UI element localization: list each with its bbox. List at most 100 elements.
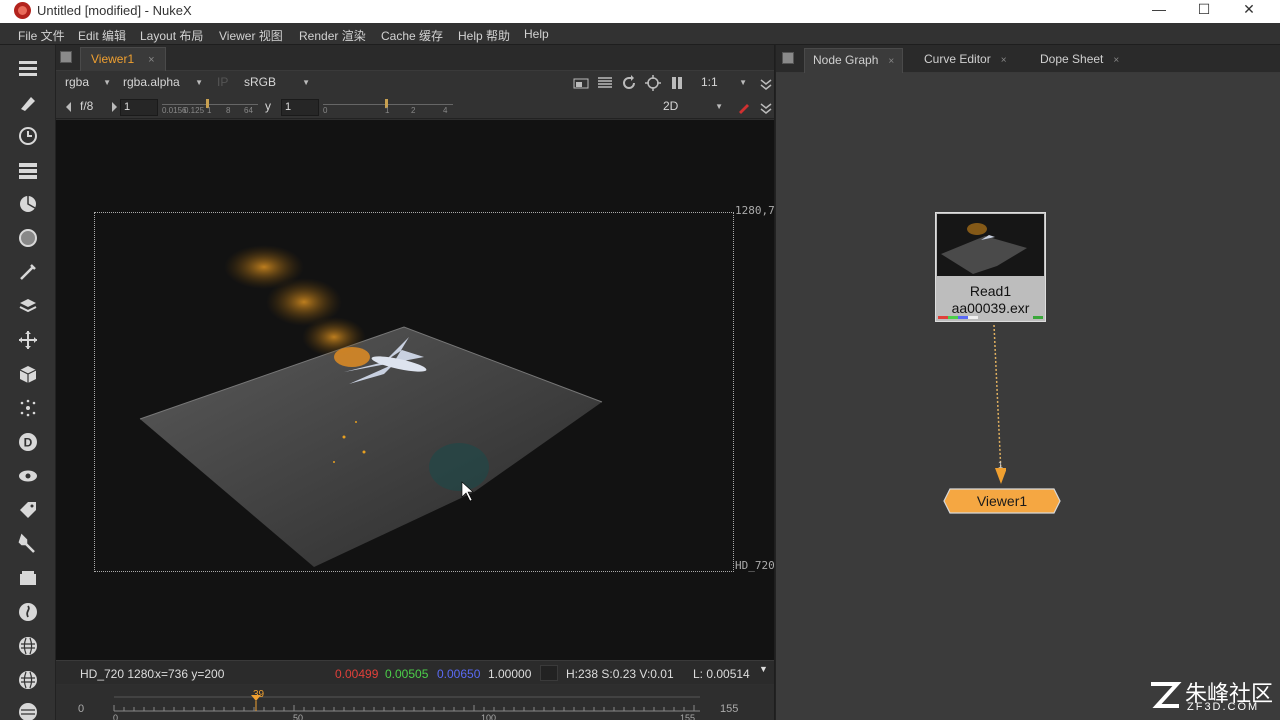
- ip-button[interactable]: IP: [217, 75, 233, 92]
- gain-tick: 0.0156: [162, 106, 187, 115]
- minimize-button[interactable]: —: [1136, 0, 1182, 23]
- keyer-icon[interactable]: [17, 261, 39, 283]
- viewer-canvas[interactable]: 1280,720 HD_720: [56, 120, 788, 660]
- last-frame-field[interactable]: 155: [720, 703, 738, 715]
- maximize-button[interactable]: ☐: [1181, 0, 1227, 23]
- panel-menu-icon[interactable]: [60, 51, 72, 63]
- info-hsv: H:238 S:0.23 V:0.01: [566, 667, 674, 681]
- menu-cache[interactable]: Cache 缓存: [381, 27, 443, 44]
- list-icon[interactable]: [597, 75, 613, 91]
- deep-icon[interactable]: D: [17, 431, 39, 453]
- lut-dropdown[interactable]: sRGB ▼: [244, 75, 310, 92]
- metadata-icon[interactable]: [17, 499, 39, 521]
- gamma-tick: 1: [385, 106, 390, 115]
- merge-icon[interactable]: [17, 295, 39, 317]
- view-mode-value: 2D: [663, 99, 679, 113]
- info-red: 0.00499: [335, 667, 379, 681]
- particles-icon[interactable]: [17, 397, 39, 419]
- color-icon[interactable]: [17, 193, 39, 215]
- close-button[interactable]: ✕: [1226, 0, 1272, 23]
- channel-red-indicator: [938, 316, 948, 319]
- channel-icon[interactable]: [17, 159, 39, 181]
- node-graph-panel: Node Graph × Curve Editor × Dope Sheet × Re…: [775, 45, 1280, 720]
- toolsets-icon[interactable]: [17, 533, 39, 555]
- first-frame-field[interactable]: 0: [78, 703, 84, 715]
- viewer-node[interactable]: Viewer1: [943, 488, 1061, 514]
- nodes-icon[interactable]: [17, 635, 39, 657]
- expand-icon[interactable]: [758, 100, 774, 116]
- 3d-icon[interactable]: [17, 363, 39, 385]
- alpha-channel-dropdown[interactable]: rgba.alpha ▼: [123, 75, 203, 92]
- refresh-icon[interactable]: [621, 75, 637, 91]
- title-bar: Untitled [modified] - NukeX — ☐ ✕: [0, 0, 1280, 23]
- channels-dropdown[interactable]: rgba ▼: [65, 75, 111, 92]
- zoom-dropdown[interactable]: 1:1 ▼: [701, 75, 747, 92]
- fstop-down-icon[interactable]: [61, 99, 77, 115]
- menu-viewer[interactable]: Viewer 视图: [219, 27, 283, 44]
- roi-icon[interactable]: [645, 75, 661, 91]
- watermark-en: ZF3D.COM: [1187, 701, 1260, 713]
- viewer-tab-bar: Viewer1 ×: [56, 45, 774, 71]
- info-green: 0.00505: [385, 667, 429, 681]
- menu-file[interactable]: File 文件: [18, 27, 65, 44]
- channel-green-indicator: [948, 316, 958, 319]
- tab-node-graph[interactable]: Node Graph ×: [804, 48, 904, 73]
- nuke-logo-icon: [14, 2, 31, 19]
- window-title: Untitled [modified] - NukeX: [37, 3, 192, 18]
- timeline-tick: 50: [293, 713, 304, 720]
- chevron-down-icon: ▼: [103, 78, 111, 87]
- menu-layout[interactable]: Layout 布局: [140, 27, 203, 44]
- tab-close-icon[interactable]: ×: [1001, 55, 1007, 66]
- rendered-image: [139, 245, 603, 567]
- zf-logo-icon: [1151, 682, 1182, 708]
- view-mode-dropdown[interactable]: 2D ▼: [663, 99, 723, 116]
- ocula-icon[interactable]: [17, 669, 39, 691]
- views-icon[interactable]: [17, 465, 39, 487]
- image-icon[interactable]: [17, 57, 39, 79]
- viewer-panel: Viewer1 × rgba ▼ rgba.alpha ▼ IP sRGB ▼ 1:1 ▼…: [56, 45, 788, 720]
- channels-value: rgba: [65, 75, 90, 89]
- tab-viewer1[interactable]: Viewer1 ×: [80, 47, 166, 71]
- menu-help[interactable]: Help: [524, 27, 549, 41]
- transform-icon[interactable]: [17, 329, 39, 351]
- tab-dope-sheet[interactable]: Dope Sheet ×: [1032, 48, 1127, 73]
- menu-edit[interactable]: Edit 编辑: [78, 27, 126, 44]
- tab-close-icon[interactable]: ×: [1113, 55, 1119, 66]
- gain-field[interactable]: 1: [120, 99, 158, 116]
- timeline-tick: 100: [481, 713, 497, 720]
- gamma-field[interactable]: 1: [281, 99, 319, 116]
- fstop-label: f/8: [80, 99, 94, 113]
- timeline[interactable]: 0 39 0 50 100 155 155: [56, 685, 774, 720]
- menu-help-cn[interactable]: Help 帮助: [458, 27, 510, 44]
- pause-icon[interactable]: [669, 75, 685, 91]
- tab-close-icon[interactable]: ×: [148, 54, 154, 66]
- other-icon[interactable]: [17, 567, 39, 589]
- panel-menu-icon[interactable]: [782, 52, 794, 64]
- info-menu-icon[interactable]: ▼: [759, 664, 768, 674]
- chevron-down-icon: ▼: [195, 78, 203, 87]
- script-icon[interactable]: [17, 701, 39, 720]
- paint-icon[interactable]: [736, 99, 752, 115]
- time-icon[interactable]: [17, 125, 39, 147]
- current-frame-label: 39: [253, 689, 265, 700]
- timeline-tick: 0: [113, 713, 119, 720]
- gamma-tick: 0: [323, 106, 328, 115]
- gamma-tick: 4: [443, 106, 448, 115]
- filter-icon[interactable]: [17, 227, 39, 249]
- furnace-icon[interactable]: [17, 601, 39, 623]
- read-node[interactable]: Read1 aa00039.exr: [935, 212, 1046, 322]
- expand-icon[interactable]: [758, 76, 774, 92]
- pixel-info-bar: HD_720 1280x720 x=736 y=200 0.00499 0.00…: [56, 660, 774, 684]
- draw-icon[interactable]: [17, 91, 39, 113]
- info-luminance: L: 0.00514: [693, 667, 750, 681]
- menu-render[interactable]: Render 渲染: [299, 27, 366, 44]
- alpha-channel-value: rgba.alpha: [123, 75, 180, 89]
- gamma-slider[interactable]: 0 1 2 4: [323, 99, 453, 115]
- tab-dope-sheet-label: Dope Sheet: [1040, 52, 1104, 66]
- gain-tick: 1: [207, 106, 212, 115]
- gain-slider[interactable]: 0.0156 0.125 1 8 64: [162, 99, 258, 115]
- tab-close-icon[interactable]: ×: [888, 56, 894, 67]
- tab-curve-editor[interactable]: Curve Editor ×: [916, 48, 1015, 73]
- wipe-icon[interactable]: [573, 75, 589, 91]
- frame-slider[interactable]: [112, 689, 702, 720]
